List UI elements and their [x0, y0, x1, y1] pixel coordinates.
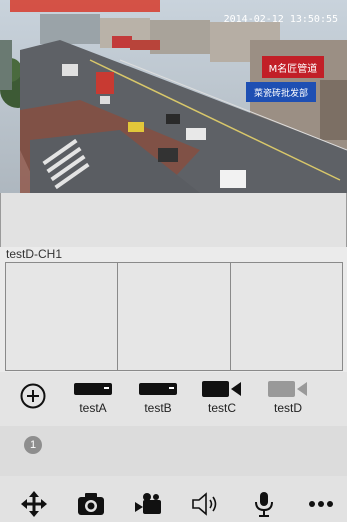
more-button[interactable]: [307, 490, 335, 518]
device-label: testC: [207, 401, 236, 415]
microphone-icon: [255, 492, 273, 517]
page-indicator-bar: [0, 426, 347, 476]
video-grid: [5, 262, 343, 371]
plus-circle-icon: [20, 383, 46, 409]
shop-sign-blue-text: 菜瓷砖批发部: [254, 87, 308, 99]
camera-icon: [192, 380, 252, 398]
device-item-testB[interactable]: testB: [128, 380, 188, 415]
ptz-move-button[interactable]: [20, 490, 48, 518]
snapshot-icon: [78, 493, 104, 515]
ptz-move-icon: [21, 491, 47, 517]
camera-icon: [258, 380, 318, 398]
device-item-testD[interactable]: testD: [258, 380, 318, 415]
video-slot-3[interactable]: [231, 263, 342, 370]
channel-label: testD-CH1: [6, 247, 63, 261]
record-icon: [135, 493, 161, 514]
page-dot[interactable]: 1: [24, 436, 42, 454]
audio-button[interactable]: [191, 490, 219, 518]
video-timestamp: 2014-02-12 13:50:55: [224, 14, 338, 25]
video-slot-1[interactable]: [6, 263, 119, 370]
snapshot-button[interactable]: [77, 490, 105, 518]
record-button[interactable]: [134, 490, 162, 518]
shop-sign-red-text: M名匠管道: [269, 62, 318, 75]
device-label: testD: [273, 401, 302, 415]
dvr-icon: [128, 380, 188, 398]
device-item-testA[interactable]: testA: [63, 380, 123, 415]
video-blank-area: [0, 193, 347, 247]
video-slot-2[interactable]: [118, 263, 231, 370]
device-item-testC[interactable]: testC: [192, 380, 252, 415]
speaker-icon: [192, 492, 217, 516]
street-scene-image: M名匠管道 菜瓷砖批发部 2014-02-12 13:50:55: [0, 0, 347, 193]
more-icon: [309, 501, 333, 507]
device-label: testB: [144, 401, 172, 415]
add-device-button[interactable]: [20, 383, 46, 409]
red-watermark-banner: [10, 0, 160, 12]
talk-button[interactable]: [250, 490, 278, 518]
live-video-feed[interactable]: M名匠管道 菜瓷砖批发部 2014-02-12 13:50:55: [0, 0, 347, 193]
bottom-toolbar: [0, 476, 347, 522]
device-label: testA: [79, 401, 107, 415]
dvr-icon: [63, 380, 123, 398]
